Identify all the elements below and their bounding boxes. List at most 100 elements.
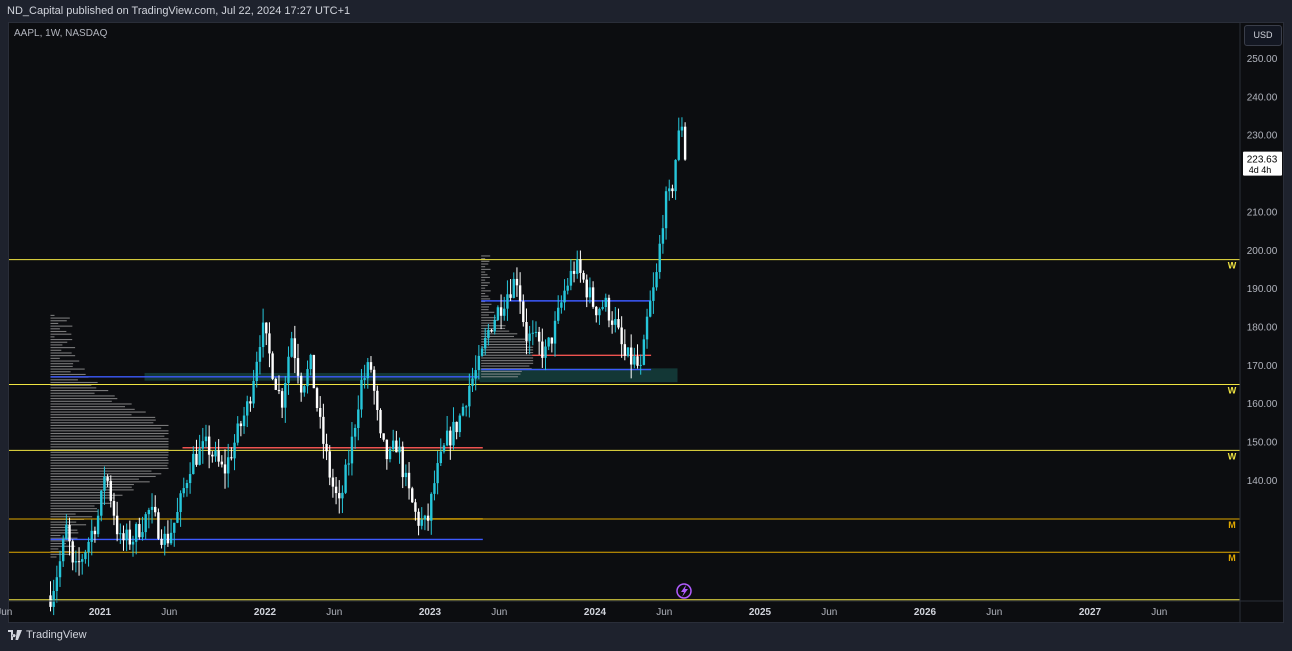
candle-body [236, 423, 239, 443]
candle-body [163, 533, 166, 545]
volume-profile-bar [481, 284, 488, 287]
candle-body [246, 401, 249, 416]
volume-profile-bar [481, 335, 515, 338]
volume-profile-bar [50, 414, 132, 416]
candle-body [531, 332, 535, 334]
volume-profile-bar [50, 408, 135, 410]
candle-body [185, 483, 189, 489]
candle-body [477, 355, 481, 371]
candle-body [296, 358, 300, 376]
levels-layer: 197.57W165.00W147.81W129.93M121.26M108.8… [9, 253, 1281, 607]
volume-profile-bar [50, 497, 115, 499]
price-tick-label: 170.00 [1247, 361, 1278, 372]
volume-profile-bar [50, 505, 95, 507]
candle-body [464, 406, 468, 408]
volume-profile-bar [50, 427, 162, 429]
volume-profile-bar [50, 475, 156, 478]
candle-body [173, 522, 176, 533]
volume-profile-bar [50, 451, 169, 453]
candle-body [604, 297, 607, 308]
candle-body [591, 287, 595, 307]
candle-body [468, 386, 471, 407]
volume-profile-bar [50, 430, 169, 432]
candle-body [299, 375, 303, 393]
candle-body [649, 300, 652, 317]
candle-body [103, 476, 106, 491]
currency-button[interactable]: USD [1244, 25, 1282, 46]
candle-body [572, 270, 576, 274]
volume-profiles-layer [50, 255, 534, 558]
candle-body [401, 446, 404, 478]
volume-profile-bar [481, 279, 486, 281]
footer-brand[interactable]: TradingView [8, 629, 87, 641]
candle-body [534, 331, 538, 333]
candlestick-chart[interactable]: 197.57W165.00W147.81W129.93M121.26M108.8… [0, 0, 1292, 651]
candle-body [598, 308, 601, 316]
candle-body [106, 476, 109, 481]
volume-profile-bar [481, 357, 534, 359]
time-tick-label: 2027 [1079, 607, 1102, 618]
candle-body [258, 347, 262, 362]
candle-body [376, 390, 379, 411]
price-tick-label: 210.00 [1247, 207, 1278, 218]
volume-profile-bar [50, 424, 169, 427]
candle-body [556, 307, 560, 321]
volume-profile-bar [481, 271, 486, 273]
volume-profile-bar [50, 419, 156, 421]
last-price-label: 223.63 [1247, 155, 1278, 166]
volume-profile-bar [50, 446, 169, 448]
volume-profile-bar [50, 325, 73, 327]
candle-body [674, 159, 677, 192]
volume-profile-bar [50, 360, 80, 362]
volume-profile-bar [481, 263, 489, 265]
volume-profile-bar [50, 534, 61, 537]
price-tick-label: 160.00 [1247, 399, 1278, 410]
candle-body [585, 279, 588, 298]
candle-body [204, 436, 208, 442]
candle-body [322, 416, 325, 444]
candle-body [391, 440, 395, 450]
volume-profile-bar [481, 260, 490, 262]
candle-body [522, 301, 525, 322]
candle-body [579, 259, 582, 273]
volume-profile-bar [50, 478, 139, 480]
candle-body [442, 445, 446, 452]
candle-body [626, 347, 630, 356]
time-axis[interactable]: Jun 2021 Jun 2022 Jun 2023 Jun 2024 Jun 2025 Jun 20… [0, 600, 1283, 618]
zones-layer [144, 368, 678, 383]
candle-body [87, 541, 90, 553]
volume-profile-bar [50, 357, 60, 359]
candle-body [65, 524, 68, 539]
price-axis[interactable]: 140.00 150.00 160.00 170.00 180.00 190.00 200.… [1239, 23, 1283, 622]
volume-profile-bar [50, 349, 62, 351]
candle-body [439, 451, 442, 464]
candle-body [398, 446, 401, 453]
candle-body [668, 188, 671, 192]
time-tick-label: Jun [656, 607, 672, 618]
candle-body [239, 423, 243, 427]
candle-body [366, 362, 370, 379]
candle-body [369, 362, 373, 370]
candle-body [280, 391, 284, 408]
volume-profile-bar [481, 314, 489, 316]
lightning-icon[interactable] [676, 583, 692, 599]
candle-body [658, 243, 661, 273]
candle-body [211, 454, 214, 457]
candle-body [147, 509, 151, 515]
candle-body [404, 472, 408, 478]
candle-body [125, 529, 128, 541]
candle-body [134, 524, 138, 542]
bar-countdown-label: 4d 4h [1249, 165, 1272, 175]
time-tick-label: Jun [491, 607, 507, 618]
tradingview-logo-icon [8, 630, 22, 640]
candle-body [347, 463, 350, 465]
candle-body [192, 453, 195, 475]
volume-profile-bar [481, 322, 495, 324]
level-marker: M [1228, 520, 1236, 530]
volume-profile-bar [481, 282, 490, 284]
level-marker: W [1228, 261, 1237, 271]
candle-body [445, 430, 449, 446]
candle-body [144, 514, 147, 533]
candle-body [395, 440, 398, 453]
candle-body [512, 278, 515, 298]
